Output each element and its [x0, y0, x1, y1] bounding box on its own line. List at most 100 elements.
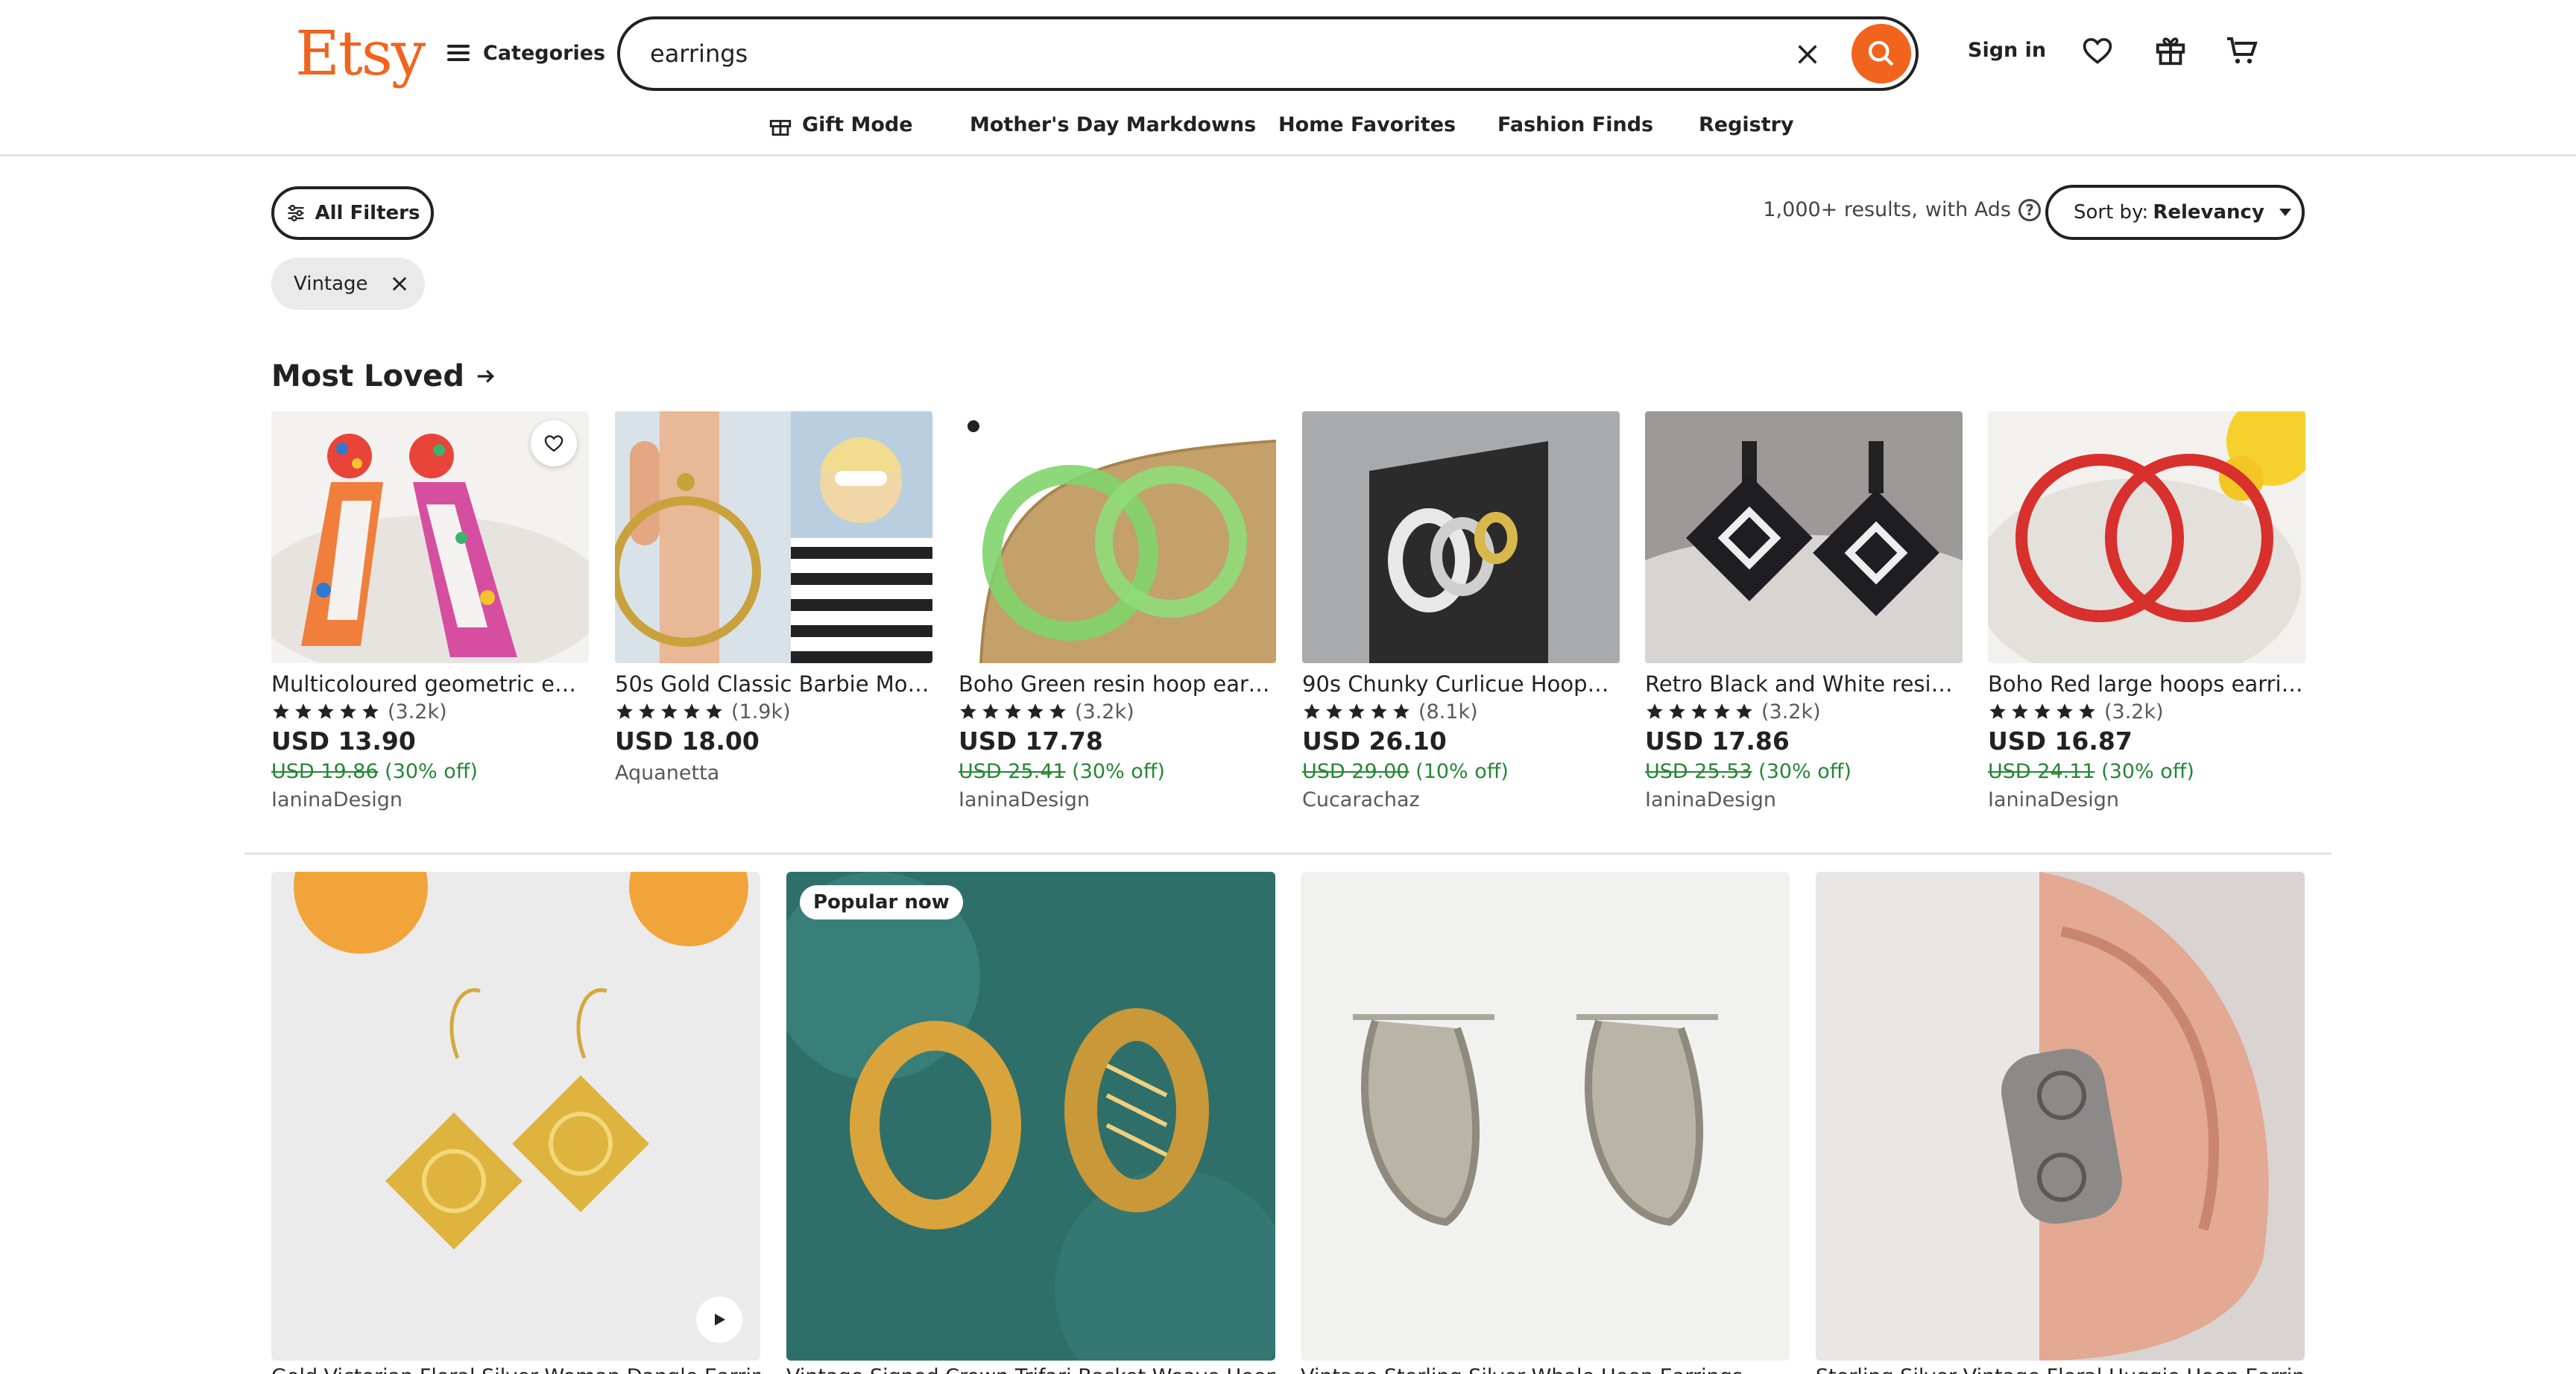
star-icon [1647, 703, 1663, 719]
original-price: USD 25.41 [959, 760, 1066, 783]
sort-value: Relevancy [2153, 201, 2264, 224]
product-title[interactable]: 90s Chunky Curlicue Hoops | Mixed [1302, 669, 1620, 699]
shop-name[interactable]: IaninaDesign [1645, 785, 1963, 815]
clear-search-icon[interactable] [1795, 42, 1820, 67]
popular-now-badge: Popular now [800, 885, 963, 919]
product-image[interactable] [1988, 411, 2305, 663]
star-icon [2012, 703, 2028, 719]
help-icon[interactable]: ? [2018, 198, 2041, 221]
star-icon [2056, 703, 2073, 719]
favorite-button[interactable] [531, 420, 577, 466]
listing-title[interactable]: Vintage Sterling Silver Whale Hoop Earri… [1301, 1365, 1790, 1374]
search-button[interactable] [1852, 24, 1911, 83]
original-price: USD 25.53 [1645, 760, 1752, 783]
listing-title[interactable]: Gold Victorian Floral Silver Woman Dangl… [271, 1365, 760, 1374]
star-icon [295, 703, 312, 719]
etsy-search-page: Etsy Categories earrings Sign in Gift Mo… [0, 0, 2576, 1374]
search-input[interactable]: earrings [650, 19, 748, 88]
all-filters-button[interactable]: All Filters [271, 186, 434, 240]
favorites-button[interactable] [2077, 30, 2118, 72]
listing-image[interactable] [1816, 872, 2305, 1361]
sort-dropdown[interactable]: Sort by: Relevancy [2045, 185, 2305, 240]
star-icon [706, 703, 722, 719]
nav-fashion-finds[interactable]: Fashion Finds [1497, 109, 1653, 142]
sign-in-link[interactable]: Sign in [1968, 39, 2046, 62]
product-card[interactable]: Boho Red large hoops earrings (3.2k) USD… [1988, 411, 2305, 815]
listing-image[interactable] [786, 872, 1275, 1361]
original-price-row: USD 19.86 (30% off) [271, 759, 589, 785]
categories-button[interactable]: Categories [447, 33, 605, 73]
search-icon [1868, 40, 1894, 66]
product-image[interactable] [615, 411, 932, 663]
review-count: (1.9k) [731, 700, 791, 724]
nav-registry[interactable]: Registry [1699, 109, 1794, 142]
product-card[interactable]: Multicoloured geometric earrings (3.2k) … [271, 411, 589, 815]
product-image[interactable] [959, 411, 1276, 663]
close-icon[interactable] [389, 273, 410, 294]
product-price: USD 26.10 [1302, 726, 1447, 756]
gift-button[interactable] [2150, 30, 2191, 72]
product-title[interactable]: Boho Red large hoops earrings [1988, 669, 2305, 699]
review-count: (3.2k) [2104, 700, 2164, 724]
shop-name[interactable]: Cucarachaz [1302, 785, 1620, 815]
star-icon [1989, 703, 2006, 719]
heart-icon [544, 435, 564, 452]
rating: (3.2k) [271, 699, 589, 724]
listing-card[interactable] [1816, 872, 2305, 1361]
listing-card[interactable]: Popular now [786, 872, 1275, 1361]
star-icon [982, 703, 999, 719]
nav-mothers-day[interactable]: Mother's Day Markdowns [970, 109, 1256, 142]
category-nav: Gift Mode Mother's Day Markdowns Home Fa… [0, 101, 2576, 156]
most-loved-heading[interactable]: Most Loved [271, 359, 497, 393]
product-card[interactable]: Retro Black and White resin drop earring… [1645, 411, 1963, 815]
listing-image[interactable] [271, 872, 760, 1361]
listing-title[interactable]: Vintage Signed Crown Trifari Basket Weav… [786, 1365, 1275, 1374]
listing-card[interactable] [271, 872, 760, 1361]
product-card[interactable]: 50s Gold Classic Barbie Movie Hoops (1.9… [615, 411, 932, 788]
play-icon [715, 1314, 725, 1326]
play-video-button[interactable] [696, 1297, 742, 1343]
star-rating-icons [271, 702, 380, 721]
shop-name[interactable]: IaninaDesign [1988, 785, 2305, 815]
vintage-filter-chip[interactable]: Vintage [271, 258, 425, 310]
product-card[interactable]: Boho Green resin hoop earrings (3.2k) US… [959, 411, 1276, 815]
product-image[interactable] [1645, 411, 1963, 663]
product-image[interactable] [271, 411, 589, 663]
product-title[interactable]: Multicoloured geometric earrings [271, 669, 589, 699]
product-price: USD 18.00 [615, 726, 760, 756]
rating: (1.9k) [615, 699, 932, 724]
star-icon [362, 703, 379, 719]
product-card[interactable]: 90s Chunky Curlicue Hoops | Mixed (8.1k)… [1302, 411, 1620, 815]
star-icon [1348, 703, 1365, 719]
star-icon [1304, 703, 1320, 719]
listing-image[interactable] [1301, 872, 1790, 1361]
product-image[interactable] [1302, 411, 1620, 663]
shop-name[interactable]: IaninaDesign [271, 785, 589, 815]
product-title[interactable]: Boho Green resin hoop earrings [959, 669, 1276, 699]
gift-mode-link[interactable]: Gift Mode [768, 109, 913, 142]
gift-mode-label: Gift Mode [802, 113, 913, 136]
listing-title[interactable]: Sterling Silver Vintage Floral Huggie Ho… [1816, 1365, 2305, 1374]
rating: (3.2k) [959, 699, 1276, 724]
star-icon [1669, 703, 1685, 719]
listing-card[interactable] [1301, 872, 1790, 1361]
original-price: USD 29.00 [1302, 760, 1409, 783]
gift-icon [769, 119, 792, 136]
caret-down-icon [2279, 209, 2291, 216]
categories-label: Categories [483, 41, 606, 65]
product-price: USD 17.78 [959, 726, 1103, 756]
product-title[interactable]: 50s Gold Classic Barbie Movie Hoops [615, 669, 932, 699]
star-icon [1371, 703, 1387, 719]
star-icon [960, 703, 976, 719]
shop-name[interactable]: IaninaDesign [959, 785, 1276, 815]
star-icon [340, 703, 356, 719]
nav-home-favorites[interactable]: Home Favorites [1278, 109, 1456, 142]
cart-button[interactable] [2221, 30, 2263, 72]
most-loved-title: Most Loved [271, 359, 464, 393]
star-icon [661, 703, 678, 719]
etsy-logo[interactable]: Etsy [295, 21, 426, 88]
shop-name[interactable]: Aquanetta [615, 759, 932, 788]
search-bar[interactable]: earrings [617, 16, 1919, 91]
product-title[interactable]: Retro Black and White resin drop earring… [1645, 669, 1963, 699]
original-price-row: USD 24.11 (30% off) [1988, 759, 2305, 785]
